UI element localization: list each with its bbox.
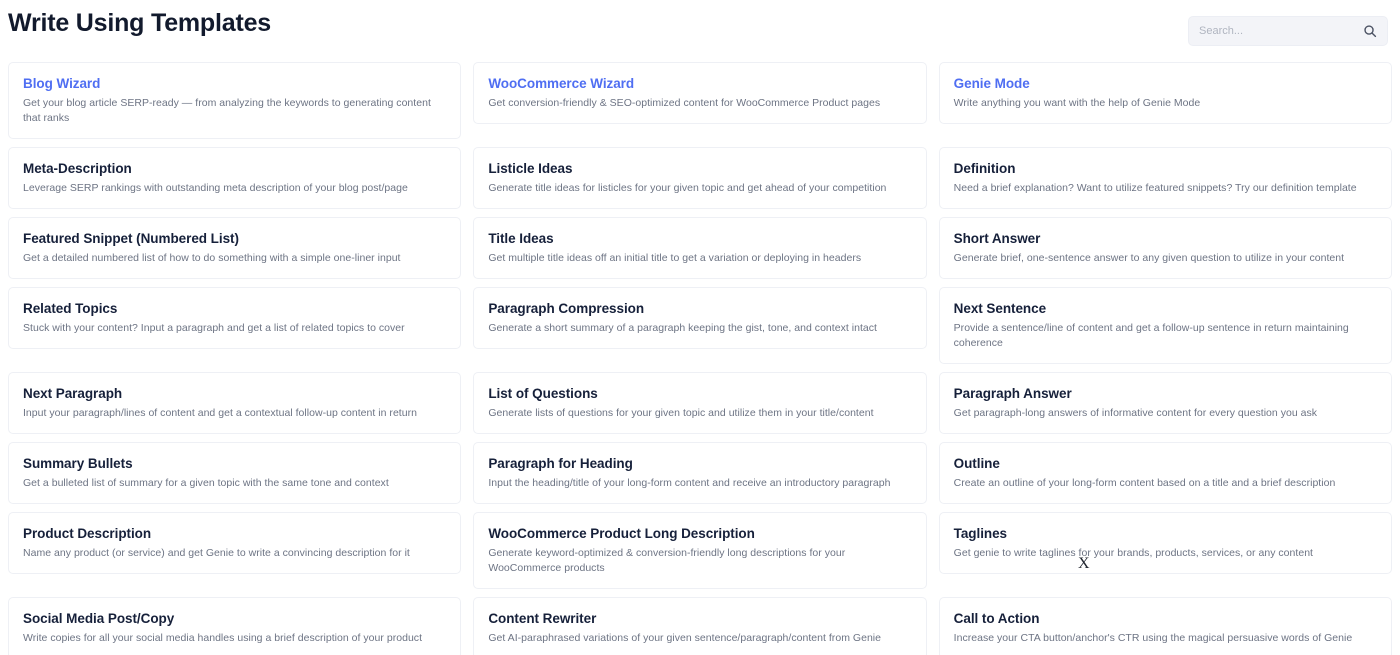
- template-card-title: Next Sentence: [953, 301, 1047, 316]
- template-card[interactable]: Social Media Post/Copy Write copies for a…: [8, 597, 462, 655]
- template-card-title: Listicle Ideas: [488, 161, 573, 176]
- template-card[interactable]: Paragraph Answer Get paragraph-long answe…: [938, 372, 1392, 434]
- template-card-description: Get genie to write taglines for your bra…: [953, 547, 1313, 559]
- template-card-title: Meta-Description: [23, 161, 132, 176]
- page-title: Write Using Templates: [8, 9, 271, 37]
- template-card-title: Paragraph Answer: [953, 386, 1072, 401]
- template-card-title: Paragraph for Heading: [488, 456, 633, 471]
- template-card[interactable]: Title Ideas Get multiple title ideas off …: [473, 217, 927, 279]
- template-card[interactable]: Product Description Name any product (or …: [8, 512, 462, 574]
- template-card-description: Input the heading/title of your long-for…: [488, 477, 891, 489]
- template-card-description: Stuck with your content? Input a paragra…: [23, 322, 405, 334]
- template-card-title: Call to Action: [953, 611, 1040, 626]
- template-card-title: Outline: [953, 456, 1000, 471]
- template-card[interactable]: Featured Snippet (Numbered List) Get a de…: [8, 217, 462, 279]
- template-card[interactable]: Blog Wizard Get your blog article SERP-re…: [8, 62, 462, 139]
- template-card-description: Increase your CTA button/anchor's CTR us…: [953, 632, 1353, 644]
- templates-grid: Blog Wizard Get your blog article SERP-re…: [0, 62, 1400, 655]
- template-card-description: Get multiple title ideas off an initial …: [488, 252, 862, 264]
- template-card-title: WooCommerce Wizard: [488, 76, 635, 91]
- template-card[interactable]: WooCommerce Wizard Get conversion-friendl…: [473, 62, 927, 124]
- template-card-title: Genie Mode: [953, 76, 1030, 91]
- template-card-description: Get your blog article SERP-ready — from …: [23, 97, 431, 124]
- template-card-description: Need a brief explanation? Want to utiliz…: [953, 182, 1357, 194]
- page-header: Write Using Templates: [0, 0, 1400, 62]
- template-card[interactable]: Meta-Description Leverage SERP rankings w…: [8, 147, 462, 209]
- template-card-title: Next Paragraph: [23, 386, 123, 401]
- template-card[interactable]: Paragraph for Heading Input the heading/t…: [473, 442, 927, 504]
- template-card-description: Provide a sentence/line of content and g…: [953, 322, 1349, 349]
- template-card-title: Taglines: [953, 526, 1008, 541]
- template-card[interactable]: Definition Need a brief explanation? Want…: [938, 147, 1392, 209]
- template-card-description: Get paragraph-long answers of informativ…: [953, 407, 1318, 419]
- template-card[interactable]: Genie Mode Write anything you want with t…: [938, 62, 1392, 124]
- template-card-description: Input your paragraph/lines of content an…: [23, 407, 417, 419]
- template-card-title: Paragraph Compression: [488, 301, 645, 316]
- template-card[interactable]: Outline Create an outline of your long-fo…: [938, 442, 1392, 504]
- template-card-description: Generate keyword-optimized & conversion-…: [488, 547, 846, 574]
- template-card[interactable]: Paragraph Compression Generate a short su…: [473, 287, 927, 349]
- template-card-title: Blog Wizard: [23, 76, 101, 91]
- template-card-description: Name any product (or service) and get Ge…: [23, 547, 410, 559]
- template-card-title: Content Rewriter: [488, 611, 597, 626]
- template-card-description: Get conversion-friendly & SEO-optimized …: [488, 97, 881, 109]
- search-box[interactable]: [1188, 16, 1388, 46]
- search-icon[interactable]: [1363, 24, 1377, 38]
- template-card-title: Product Description: [23, 526, 152, 541]
- template-card-title: Social Media Post/Copy: [23, 611, 175, 626]
- template-card-description: Leverage SERP rankings with outstanding …: [23, 182, 408, 194]
- template-card-title: WooCommerce Product Long Description: [488, 526, 755, 541]
- template-card-title: Short Answer: [953, 231, 1041, 246]
- template-card[interactable]: Related Topics Stuck with your content? I…: [8, 287, 462, 349]
- template-card[interactable]: Content Rewriter Get AI-paraphrased varia…: [473, 597, 927, 655]
- template-card-description: Get a bulleted list of summary for a giv…: [23, 477, 389, 489]
- template-card-description: Get a detailed numbered list of how to d…: [23, 252, 401, 264]
- template-card-title: Related Topics: [23, 301, 118, 316]
- template-card[interactable]: Next Sentence Provide a sentence/line of …: [938, 287, 1392, 364]
- template-card[interactable]: Next Paragraph Input your paragraph/lines…: [8, 372, 462, 434]
- template-card-title: Featured Snippet (Numbered List): [23, 231, 239, 246]
- template-card-title: List of Questions: [488, 386, 598, 401]
- template-card[interactable]: Short Answer Generate brief, one-sentence…: [938, 217, 1392, 279]
- template-card-description: Write copies for all your social media h…: [23, 632, 423, 644]
- templates-page: Write Using Templates Blog Wizard Get you…: [0, 0, 1400, 655]
- template-card-description: Generate lists of questions for your giv…: [488, 407, 874, 419]
- template-card[interactable]: Listicle Ideas Generate title ideas for l…: [473, 147, 927, 209]
- template-card[interactable]: WooCommerce Product Long Description Gene…: [473, 512, 927, 589]
- template-card-description: Generate a short summary of a paragraph …: [488, 322, 877, 334]
- template-card[interactable]: Call to Action Increase your CTA button/a…: [938, 597, 1392, 655]
- template-card-title: Definition: [953, 161, 1016, 176]
- template-card-description: Get AI-paraphrased variations of your gi…: [488, 632, 882, 644]
- template-card-title: Summary Bullets: [23, 456, 133, 471]
- template-card-description: Generate title ideas for listicles for y…: [488, 182, 887, 194]
- template-card-description: Generate brief, one-sentence answer to a…: [953, 252, 1345, 264]
- search-input[interactable]: [1199, 17, 1363, 45]
- template-card-description: Write anything you want with the help of…: [953, 97, 1201, 109]
- template-card[interactable]: List of Questions Generate lists of quest…: [473, 372, 927, 434]
- template-card-title: Title Ideas: [488, 231, 554, 246]
- template-card-description: Create an outline of your long-form cont…: [953, 477, 1336, 489]
- template-card[interactable]: Taglines Get genie to write taglines for …: [938, 512, 1392, 574]
- template-card[interactable]: Summary Bullets Get a bulleted list of su…: [8, 442, 462, 504]
